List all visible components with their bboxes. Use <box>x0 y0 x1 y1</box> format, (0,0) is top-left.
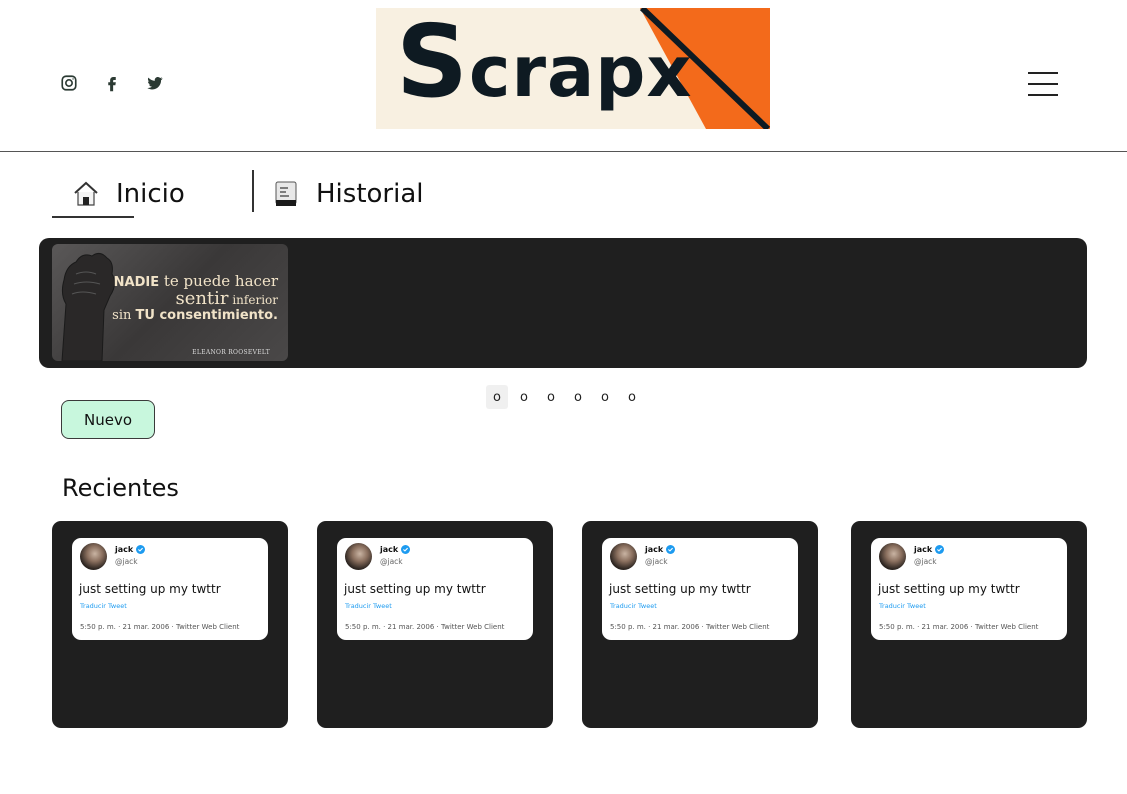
tweet-preview: jack @jack just setting up my twttr Trad… <box>871 538 1067 640</box>
featured-carousel: NADIE te puede hacer sentir inferior sin… <box>39 238 1087 368</box>
translate-tweet-link[interactable]: Traducir Tweet <box>80 602 127 610</box>
tweet-preview: jack @jack just setting up my twttr Trad… <box>337 538 533 640</box>
carousel-dot[interactable]: o <box>486 385 508 409</box>
social-links <box>60 74 164 92</box>
tweet-text: just setting up my twttr <box>344 582 486 596</box>
hamburger-menu-icon[interactable] <box>1028 72 1058 96</box>
tweet-author-handle: @jack <box>645 557 668 566</box>
tweet-meta: 5:50 p. m. · 21 mar. 2006 · Twitter Web … <box>610 623 770 631</box>
avatar <box>80 543 107 570</box>
twitter-icon[interactable] <box>146 74 164 92</box>
home-icon <box>72 180 100 208</box>
tab-historial[interactable]: Historial <box>272 172 424 216</box>
tweet-author-name: jack <box>914 545 933 554</box>
slide-author: ELEANOR ROOSEVELT <box>192 349 270 356</box>
tab-inicio[interactable]: Inicio <box>72 172 185 216</box>
tweet-author-name: jack <box>380 545 399 554</box>
tweet-preview: jack @jack just setting up my twttr Trad… <box>72 538 268 640</box>
tweet-author-name: jack <box>645 545 664 554</box>
tab-inicio-label: Inicio <box>116 179 185 209</box>
carousel-slide[interactable]: NADIE te puede hacer sentir inferior sin… <box>52 244 288 361</box>
carousel-dot[interactable]: o <box>567 385 589 409</box>
tweet-text: just setting up my twttr <box>79 582 221 596</box>
recent-section-title: Recientes <box>62 474 179 502</box>
tab-divider <box>252 170 254 212</box>
tweet-author-handle: @jack <box>380 557 403 566</box>
carousel-dot[interactable]: o <box>513 385 535 409</box>
recent-card[interactable]: jack @jack just setting up my twttr Trad… <box>52 521 288 728</box>
recent-card[interactable]: jack @jack just setting up my twttr Trad… <box>582 521 818 728</box>
tweet-preview: jack @jack just setting up my twttr Trad… <box>602 538 798 640</box>
tweet-text: just setting up my twttr <box>609 582 751 596</box>
active-tab-indicator <box>52 216 134 218</box>
tweet-author-name: jack <box>115 545 134 554</box>
translate-tweet-link[interactable]: Traducir Tweet <box>879 602 926 610</box>
recent-card[interactable]: jack @jack just setting up my twttr Trad… <box>851 521 1087 728</box>
tweet-meta: 5:50 p. m. · 21 mar. 2006 · Twitter Web … <box>345 623 505 631</box>
verified-badge-icon <box>136 545 146 554</box>
translate-tweet-link[interactable]: Traducir Tweet <box>345 602 392 610</box>
tweet-author-handle: @jack <box>115 557 138 566</box>
instagram-icon[interactable] <box>60 74 78 92</box>
facebook-icon[interactable] <box>103 74 121 92</box>
verified-badge-icon <box>401 545 411 554</box>
history-icon <box>272 180 300 208</box>
logo-text: Scrapx <box>396 8 693 120</box>
slide-quote: NADIE te puede hacer sentir inferior sin… <box>112 272 278 323</box>
site-logo[interactable]: Scrapx <box>376 8 770 129</box>
carousel-dot[interactable]: o <box>594 385 616 409</box>
tweet-text: just setting up my twttr <box>878 582 1020 596</box>
carousel-dot[interactable]: o <box>621 385 643 409</box>
verified-badge-icon <box>666 545 676 554</box>
carousel-dot[interactable]: o <box>540 385 562 409</box>
avatar <box>879 543 906 570</box>
site-header: Scrapx <box>0 0 1127 152</box>
recent-card[interactable]: jack @jack just setting up my twttr Trad… <box>317 521 553 728</box>
tweet-author-handle: @jack <box>914 557 937 566</box>
translate-tweet-link[interactable]: Traducir Tweet <box>610 602 657 610</box>
verified-badge-icon <box>935 545 945 554</box>
avatar <box>610 543 637 570</box>
carousel-pagination: o o o o o o <box>486 385 643 409</box>
avatar <box>345 543 372 570</box>
tweet-meta: 5:50 p. m. · 21 mar. 2006 · Twitter Web … <box>879 623 1039 631</box>
tweet-meta: 5:50 p. m. · 21 mar. 2006 · Twitter Web … <box>80 623 240 631</box>
tab-historial-label: Historial <box>316 179 424 209</box>
new-button[interactable]: Nuevo <box>61 400 155 439</box>
